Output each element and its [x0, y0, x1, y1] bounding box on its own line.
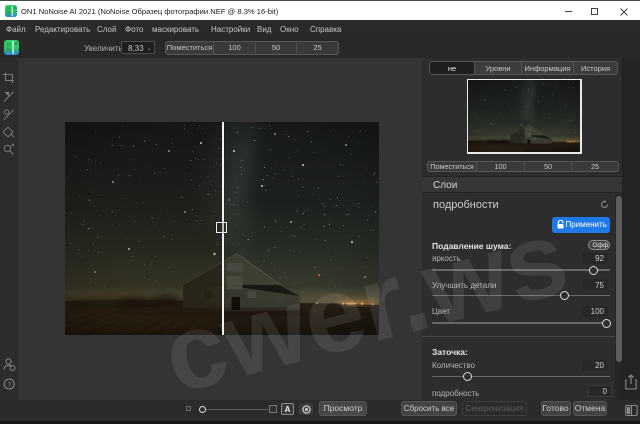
- svg-text:cwer.ws: cwer.ws: [151, 196, 578, 416]
